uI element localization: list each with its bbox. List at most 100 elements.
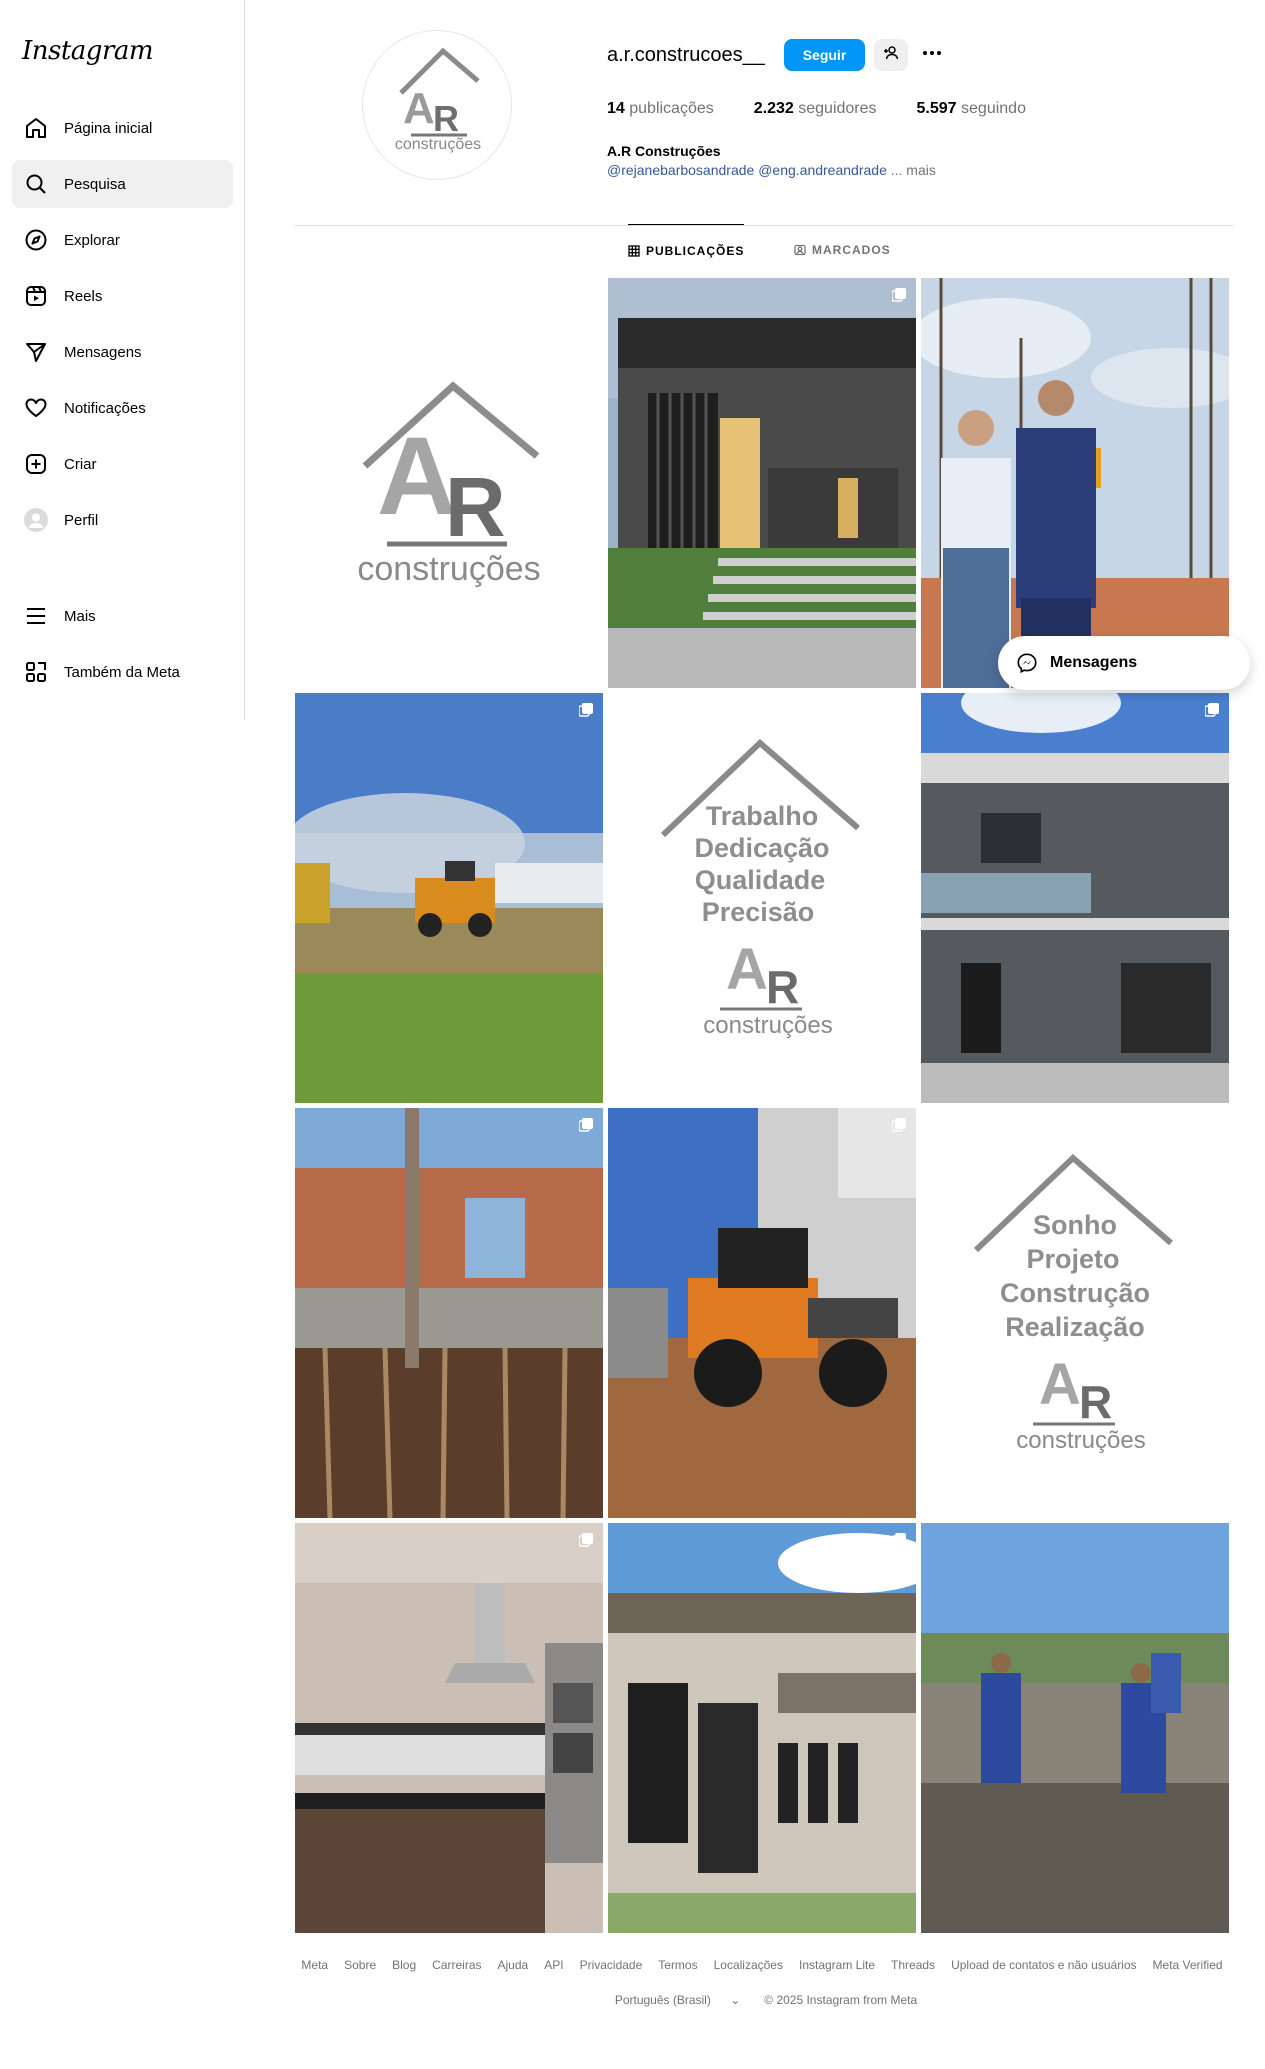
sidebar-item-explore[interactable]: Explorar — [12, 216, 233, 264]
sidebar-item-notifications[interactable]: Notificações — [12, 384, 233, 432]
footer-link[interactable]: Meta — [301, 1958, 328, 1972]
svg-text:Construção: Construção — [1000, 1278, 1150, 1308]
post-tile[interactable] — [295, 1108, 603, 1518]
sidebar-item-messages[interactable]: Mensagens — [12, 328, 233, 376]
dream-logo-post: Sonho Projeto Construção Realização A R … — [921, 1108, 1229, 1518]
footer-link[interactable]: API — [544, 1958, 563, 1972]
sidebar-item-profile[interactable]: Perfil — [12, 496, 233, 544]
workers-concrete-photo — [921, 1523, 1229, 1933]
multi-photo-icon — [891, 288, 906, 302]
search-icon — [24, 172, 48, 196]
tab-posts[interactable]: PUBLICAÇÕES — [628, 224, 745, 276]
messages-pill[interactable]: Mensagens — [998, 636, 1250, 690]
case-loader-photo — [608, 1108, 916, 1518]
meta-apps-icon — [24, 660, 48, 684]
footer-link[interactable]: Threads — [891, 1958, 935, 1972]
svg-text:Sonho: Sonho — [1033, 1210, 1117, 1240]
svg-text:Dedicação: Dedicação — [694, 833, 829, 863]
options-button[interactable] — [916, 39, 948, 71]
kitchen-photo — [295, 1523, 603, 1933]
post-tile[interactable] — [608, 278, 916, 688]
profile-bio: @rejanebarbosandrade @eng.andreandrade .… — [607, 162, 936, 178]
suggested-users-button[interactable] — [874, 39, 908, 71]
post-tile[interactable]: Sonho Projeto Construção Realização A R … — [921, 1108, 1229, 1518]
svg-text:R: R — [433, 98, 459, 139]
sidebar-item-label: Perfil — [64, 511, 99, 529]
sidebar-item-create[interactable]: Criar — [12, 440, 233, 488]
follow-button[interactable]: Seguir — [784, 39, 865, 71]
following-stat[interactable]: 5.597 seguindo — [917, 100, 1026, 118]
footer-link[interactable]: Upload de contatos e não usuários — [951, 1958, 1136, 1972]
footer-link[interactable]: Blog — [392, 1958, 416, 1972]
sidebar-item-label: Mais — [64, 607, 96, 625]
brick-walls-photo — [295, 1108, 603, 1518]
followers-stat[interactable]: 2.232 seguidores — [754, 100, 877, 118]
more-dots-icon — [920, 41, 944, 70]
house-door-photo — [608, 1523, 916, 1933]
svg-text:R: R — [445, 460, 506, 554]
footer-link[interactable]: Localizações — [714, 1958, 783, 1972]
post-tile[interactable] — [295, 1523, 603, 1933]
post-tile[interactable] — [921, 278, 1229, 688]
footer-link[interactable]: Instagram Lite — [799, 1958, 875, 1972]
post-tile[interactable] — [295, 693, 603, 1103]
profile-avatar-large[interactable]: A R construções — [362, 30, 512, 180]
tab-tagged[interactable]: MARCADOS — [794, 224, 891, 276]
tabs-divider — [295, 225, 1233, 226]
sidebar-nav: Página inicial Pesquisa Explorar Reels M… — [12, 104, 233, 704]
footer-bottom: Português (Brasil) ⌄ © 2025 Instagram fr… — [295, 1993, 1229, 2007]
footer-links: Meta Sobre Blog Carreiras Ajuda API Priv… — [295, 1958, 1229, 1972]
tag-icon — [794, 244, 806, 256]
language-selector[interactable]: Português (Brasil) ⌄ — [607, 1993, 748, 2007]
footer-link[interactable]: Sobre — [344, 1958, 376, 1972]
multi-photo-icon — [578, 1118, 593, 1132]
profile-stats: 14 publicações 2.232 seguidores 5.597 se… — [607, 100, 1066, 118]
post-tile[interactable]: Trabalho Dedicação Qualidade Precisão A … — [608, 693, 916, 1103]
ar-logo: A R construções — [395, 47, 481, 153]
post-tile[interactable] — [608, 1523, 916, 1933]
svg-text:Trabalho: Trabalho — [706, 801, 819, 831]
loader-clearing-photo — [295, 693, 603, 1103]
sidebar-item-label: Pesquisa — [64, 175, 126, 193]
svg-text:A: A — [403, 84, 435, 133]
sidebar-item-label: Também da Meta — [64, 663, 180, 681]
footer-link[interactable]: Carreiras — [432, 1958, 481, 1972]
bio-more-link[interactable]: ... mais — [891, 162, 936, 178]
sidebar-item-meta[interactable]: Também da Meta — [12, 648, 233, 696]
svg-text:Qualidade: Qualidade — [695, 865, 826, 895]
svg-text:Projeto: Projeto — [1026, 1244, 1119, 1274]
send-icon — [24, 340, 48, 364]
footer-link[interactable]: Privacidade — [580, 1958, 643, 1972]
post-tile[interactable] — [921, 693, 1229, 1103]
svg-text:construções: construções — [1016, 1427, 1145, 1454]
multi-photo-icon — [578, 703, 593, 717]
profile-username: a.r.construcoes__ — [607, 44, 765, 66]
sidebar-item-home[interactable]: Página inicial — [12, 104, 233, 152]
svg-text:R: R — [766, 961, 799, 1013]
values-logo-post: Trabalho Dedicação Qualidade Precisão A … — [608, 693, 916, 1103]
ar-logo-post: A R construções — [295, 278, 603, 688]
sidebar-item-more[interactable]: Mais — [12, 592, 233, 640]
post-tile[interactable]: A R construções — [295, 278, 603, 688]
sidebar: Instagram Página inicial Pesquisa Explor… — [0, 0, 245, 720]
reels-icon — [24, 284, 48, 308]
svg-text:Realização: Realização — [1005, 1312, 1145, 1342]
footer-link[interactable]: Meta Verified — [1153, 1958, 1223, 1972]
multi-photo-icon — [578, 1533, 593, 1547]
post-tile[interactable] — [608, 1108, 916, 1518]
sidebar-item-reels[interactable]: Reels — [12, 272, 233, 320]
post-tile[interactable] — [921, 1523, 1229, 1933]
multi-photo-icon — [1204, 703, 1219, 717]
sidebar-item-search[interactable]: Pesquisa — [12, 160, 233, 208]
add-person-icon — [883, 45, 899, 66]
heart-icon — [24, 396, 48, 420]
tab-tagged-label: MARCADOS — [812, 243, 891, 257]
footer-link[interactable]: Ajuda — [498, 1958, 529, 1972]
footer-link[interactable]: Termos — [658, 1958, 697, 1972]
grid-icon — [628, 244, 640, 257]
house-facade-photo — [608, 278, 916, 688]
bio-mentions[interactable]: @rejanebarbosandrade @eng.andreandrade — [607, 162, 887, 178]
avatar-logo-text: construções — [395, 136, 481, 153]
sidebar-item-label: Explorar — [64, 231, 120, 249]
instagram-logo[interactable]: Instagram — [22, 36, 154, 66]
